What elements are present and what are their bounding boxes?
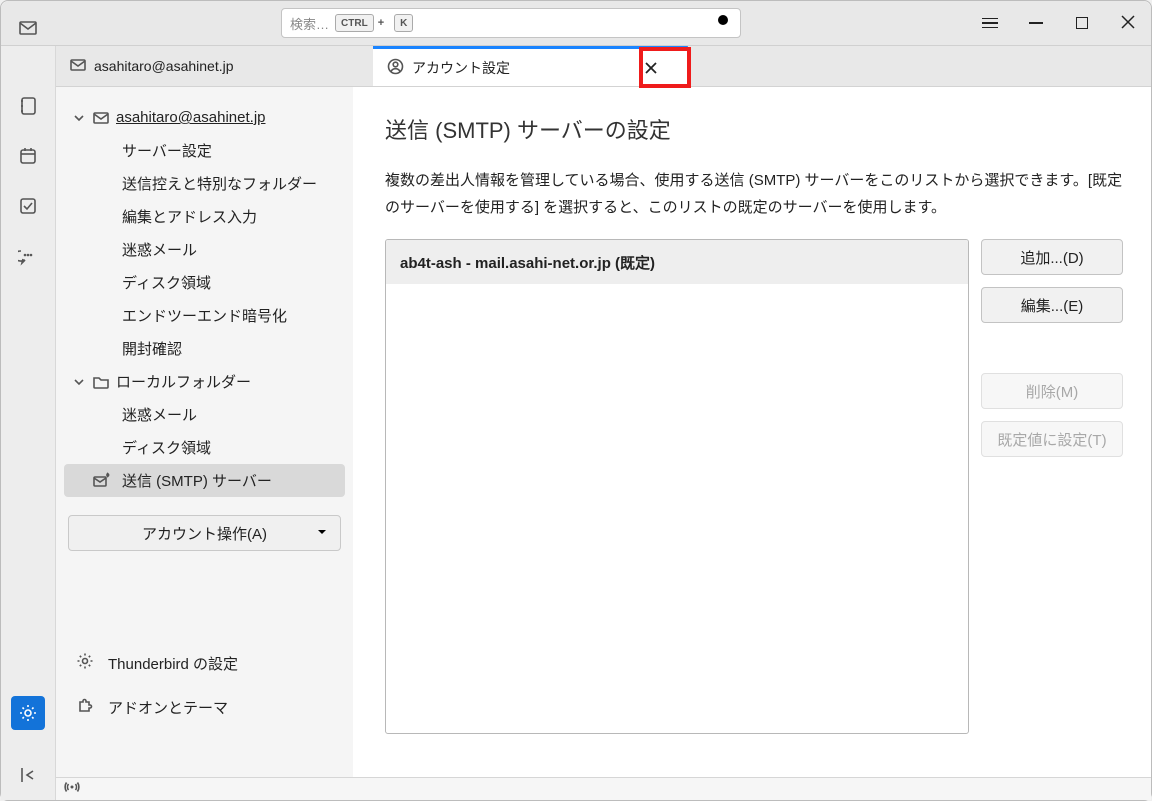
addons-link[interactable]: アドオンとテーマ	[64, 685, 345, 729]
sidebar-item-return-receipts[interactable]: 開封確認	[64, 332, 345, 365]
page-title: 送信 (SMTP) サーバーの設定	[385, 113, 1123, 145]
account-actions-button[interactable]: アカウント操作(A)	[68, 515, 341, 551]
thunderbird-settings-label: Thunderbird の設定	[108, 653, 238, 674]
sidebar-item-smtp[interactable]: 送信 (SMTP) サーバー	[64, 464, 345, 497]
search-input[interactable]: 検索… CTRL + K	[281, 8, 741, 38]
gear-icon	[18, 703, 38, 723]
account-node[interactable]: asahitaro@asahinet.jp	[64, 101, 345, 134]
tab-mail-label: asahitaro@asahinet.jp	[94, 58, 234, 74]
close-icon	[644, 61, 658, 75]
main-area: asahitaro@asahinet.jp アカウント設定	[56, 46, 1151, 800]
mail-space-icon[interactable]	[14, 14, 42, 42]
local-folders-label: ローカルフォルダー	[116, 371, 251, 392]
search-placeholder: 検索…	[290, 14, 329, 33]
account-label: asahitaro@asahinet.jp	[116, 109, 266, 126]
titlebar: 検索… CTRL + K	[1, 1, 1151, 46]
tab-close-button[interactable]	[629, 50, 673, 86]
spaces-toolbar	[1, 46, 56, 800]
account-tree-sidebar: asahitaro@asahinet.jp サーバー設定 送信控えと特別なフォル…	[56, 87, 353, 777]
tab-settings-label: アカウント設定	[412, 58, 510, 78]
minimize-button[interactable]	[1013, 1, 1059, 46]
activity-icon	[64, 779, 80, 800]
body: asahitaro@asahinet.jp アカウント設定	[1, 46, 1151, 800]
minimize-icon	[1029, 22, 1043, 24]
outgoing-icon	[92, 472, 110, 489]
kbd-ctrl: CTRL	[335, 14, 374, 32]
account-actions-label: アカウント操作(A)	[142, 523, 267, 544]
smtp-server-item[interactable]: ab4t-ash - mail.asahi-net.or.jp (既定)	[386, 240, 968, 284]
sidebar-item-local-junk[interactable]: 迷惑メール	[64, 398, 345, 431]
maximize-icon	[1076, 17, 1088, 29]
maximize-button[interactable]	[1059, 1, 1105, 46]
smtp-buttons: 追加...(D) 編集...(E) 削除(M) 既定値に設定(T)	[981, 239, 1123, 734]
folder-icon	[92, 374, 110, 390]
chevron-down-icon	[72, 377, 86, 387]
edit-button[interactable]: 編集...(E)	[981, 287, 1123, 323]
sidebar-item-copies-folders[interactable]: 送信控えと特別なフォルダー	[64, 167, 345, 200]
calendar-space-icon[interactable]	[14, 142, 42, 170]
tab-mail[interactable]: asahitaro@asahinet.jp	[56, 46, 373, 86]
sidebar-item-junk[interactable]: 迷惑メール	[64, 233, 345, 266]
add-button[interactable]: 追加...(D)	[981, 239, 1123, 275]
app-menu-button[interactable]	[967, 1, 1013, 46]
smtp-server-list[interactable]: ab4t-ash - mail.asahi-net.or.jp (既定)	[385, 239, 969, 734]
puzzle-icon	[76, 696, 94, 718]
smtp-label: 送信 (SMTP) サーバー	[122, 470, 272, 491]
local-folders-node[interactable]: ローカルフォルダー	[64, 365, 345, 398]
addons-label: アドオンとテーマ	[108, 697, 228, 718]
thunderbird-settings-link[interactable]: Thunderbird の設定	[64, 641, 345, 685]
kbd-plus: +	[378, 17, 384, 29]
main-panel: 送信 (SMTP) サーバーの設定 複数の差出人情報を管理している場合、使用する…	[353, 87, 1151, 777]
close-icon	[1121, 15, 1135, 32]
tasks-space-icon[interactable]	[14, 192, 42, 220]
delete-button: 削除(M)	[981, 373, 1123, 409]
status-bar	[56, 777, 1151, 800]
tab-bar: asahitaro@asahinet.jp アカウント設定	[56, 46, 1151, 87]
chevron-down-icon	[316, 525, 328, 542]
close-window-button[interactable]	[1105, 1, 1151, 46]
hamburger-icon	[982, 18, 998, 29]
content-row: asahitaro@asahinet.jp サーバー設定 送信控えと特別なフォル…	[56, 87, 1151, 777]
account-icon	[387, 58, 404, 78]
addressbook-space-icon[interactable]	[14, 92, 42, 120]
tab-account-settings[interactable]: アカウント設定	[373, 46, 688, 86]
kbd-k: K	[394, 14, 413, 32]
gear-icon	[76, 652, 94, 674]
search-icon	[716, 13, 732, 34]
settings-space-button[interactable]	[11, 696, 45, 730]
window-controls	[967, 1, 1151, 46]
mail-account-icon	[92, 110, 110, 126]
sidebar-item-disk-space[interactable]: ディスク領域	[64, 266, 345, 299]
chat-space-icon[interactable]	[14, 242, 42, 270]
set-default-button: 既定値に設定(T)	[981, 421, 1123, 457]
smtp-row: ab4t-ash - mail.asahi-net.or.jp (既定) 追加.…	[385, 239, 1123, 734]
app-window: 検索… CTRL + K	[0, 0, 1152, 801]
sidebar-item-server-settings[interactable]: サーバー設定	[64, 134, 345, 167]
page-description: 複数の差出人情報を管理している場合、使用する送信 (SMTP) サーバーをこのリ…	[385, 167, 1123, 221]
sidebar-item-e2e[interactable]: エンドツーエンド暗号化	[64, 299, 345, 332]
collapse-spaces-button[interactable]	[11, 758, 45, 792]
sidebar-item-composition[interactable]: 編集とアドレス入力	[64, 200, 345, 233]
collapse-icon	[19, 766, 37, 784]
chevron-down-icon	[72, 113, 86, 123]
mail-icon	[70, 57, 86, 76]
sidebar-item-local-disk[interactable]: ディスク領域	[64, 431, 345, 464]
